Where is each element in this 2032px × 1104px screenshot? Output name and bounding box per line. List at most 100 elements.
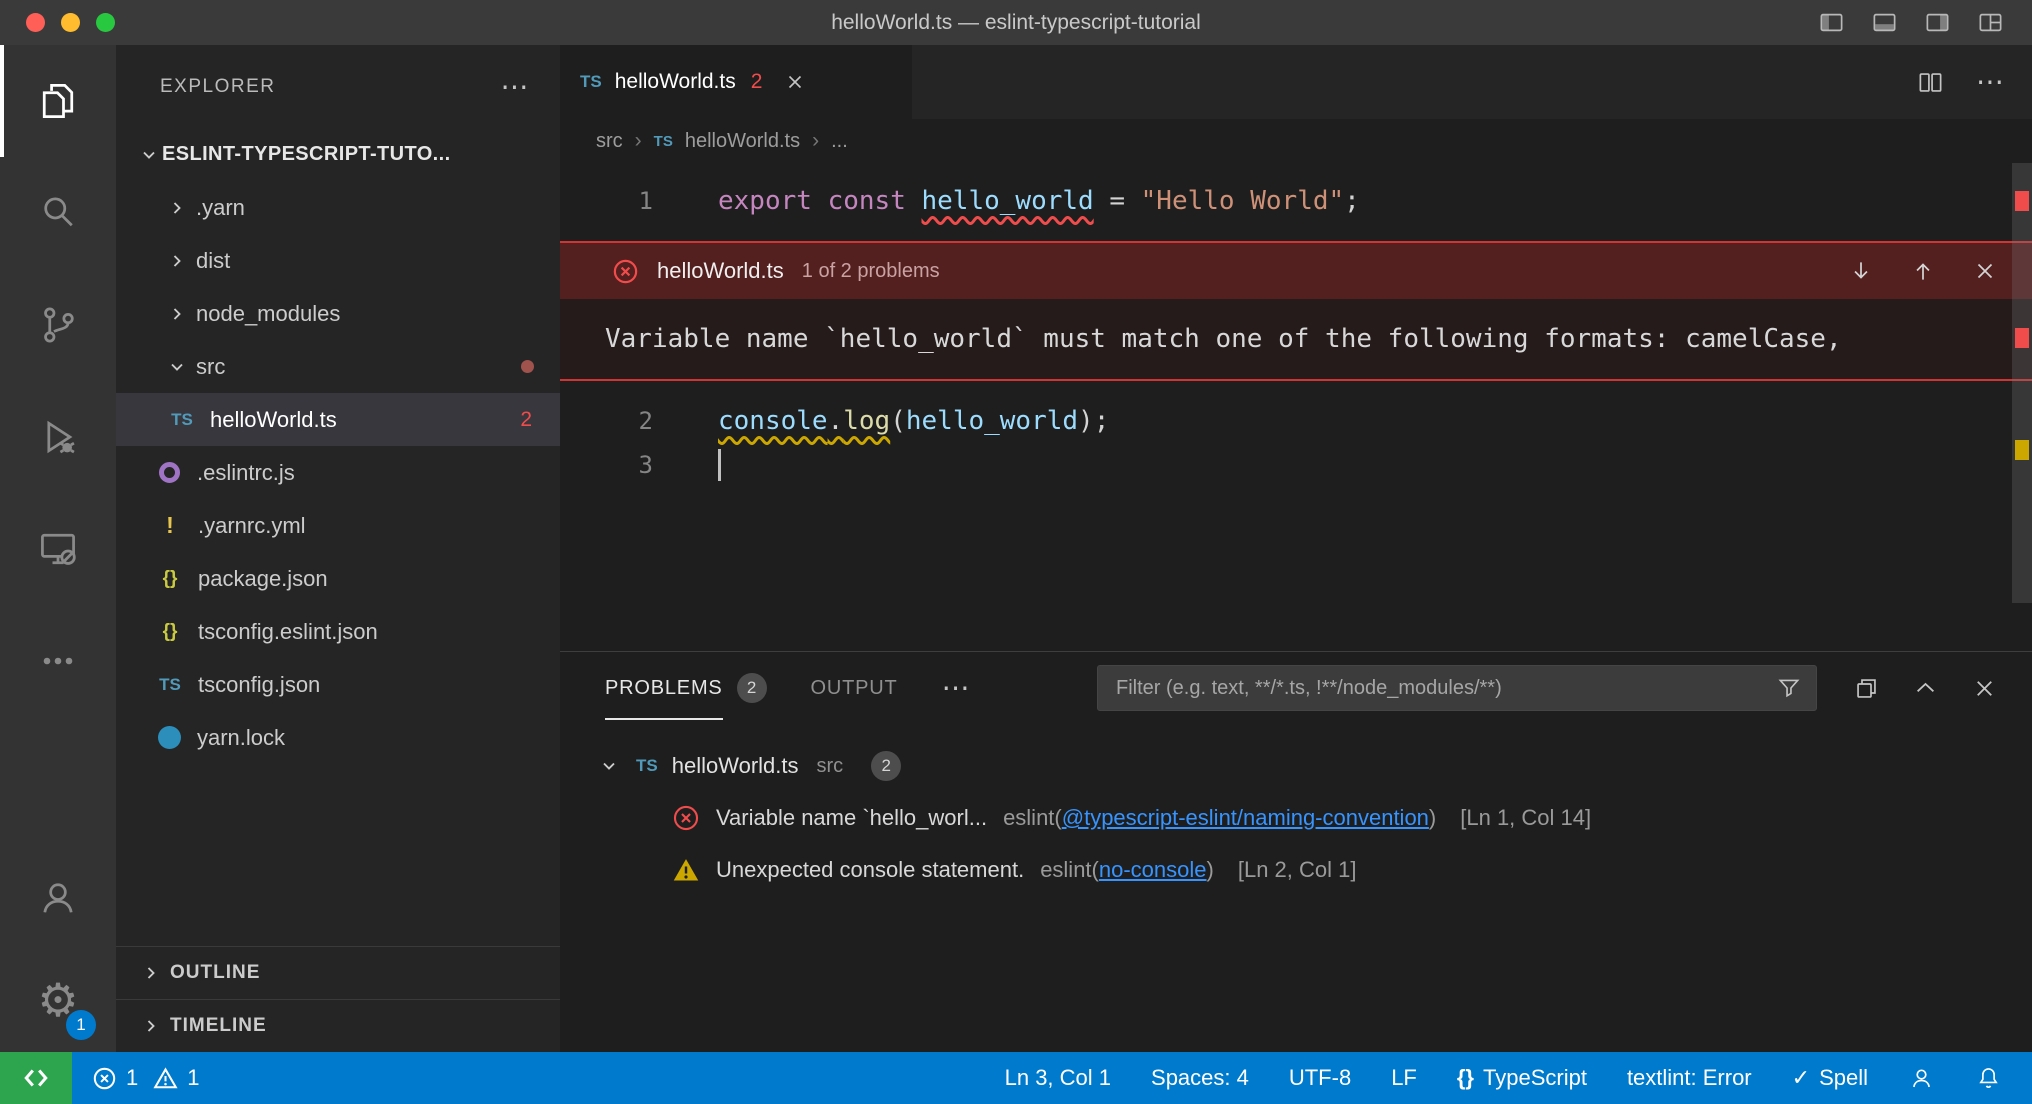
tab-problems[interactable]: PROBLEMS 2: [605, 652, 767, 724]
editor-scrollbar[interactable]: [2012, 163, 2032, 651]
error-circle-icon: [612, 258, 639, 285]
sidebar-item-tsconfig-eslint-json[interactable]: {} tsconfig.eslint.json: [116, 605, 560, 658]
eol-item[interactable]: LF: [1391, 1065, 1417, 1091]
tab-helloworld-ts[interactable]: TS helloWorld.ts 2: [560, 45, 912, 119]
group-by-icon[interactable]: [1853, 675, 1880, 702]
language-mode-item[interactable]: {} TypeScript: [1457, 1065, 1587, 1091]
sidebar-item-project-root[interactable]: ESLINT-TYPESCRIPT-TUTO...: [116, 128, 560, 181]
encoding-item[interactable]: UTF-8: [1289, 1065, 1351, 1091]
code-line-1[interactable]: 1 export const hello_world = "Hello Worl…: [560, 179, 2032, 223]
chevron-separator-icon: ›: [635, 129, 642, 153]
textlint-status-item[interactable]: textlint: Error: [1627, 1065, 1752, 1091]
problems-status-item[interactable]: 1 1: [92, 1065, 200, 1091]
filter-funnel-icon[interactable]: [1776, 675, 1802, 701]
token-punctuation: ;: [1094, 406, 1110, 436]
cursor-position-item[interactable]: Ln 3, Col 1: [1005, 1065, 1111, 1091]
sidebar-item-helloworld-ts[interactable]: TS helloWorld.ts 2: [116, 393, 560, 446]
code-editor[interactable]: 1 export const hello_world = "Hello Worl…: [560, 163, 2032, 651]
close-window-button[interactable]: [26, 13, 45, 32]
activitybar-source-control[interactable]: [0, 269, 116, 381]
indentation-item[interactable]: Spaces: 4: [1151, 1065, 1249, 1091]
problems-file-name: helloWorld.ts: [672, 753, 799, 779]
sidebar-item-yarn-lock[interactable]: yarn.lock: [116, 711, 560, 764]
toggle-primary-sidebar-icon[interactable]: [1818, 9, 1845, 36]
warning-triangle-icon: [153, 1066, 178, 1091]
breadcrumb-folder[interactable]: src: [596, 130, 623, 153]
notifications-bell-icon[interactable]: [1975, 1065, 2002, 1092]
panel-more-tabs-icon[interactable]: ⋯: [942, 674, 970, 702]
activitybar-more[interactable]: [0, 605, 116, 717]
chevron-right-icon: [164, 195, 190, 221]
customize-layout-icon[interactable]: [1977, 9, 2004, 36]
timeline-section-label: TIMELINE: [170, 1015, 267, 1037]
close-tab-icon[interactable]: [783, 70, 807, 94]
breadcrumb-symbol[interactable]: ...: [831, 130, 848, 153]
activitybar-run-debug[interactable]: [0, 381, 116, 493]
folder-label: node_modules: [196, 301, 340, 327]
activitybar-search[interactable]: [0, 157, 116, 269]
problems-file-group[interactable]: TS helloWorld.ts src 2: [560, 740, 2032, 792]
line-number[interactable]: 1: [560, 187, 653, 215]
sidebar-item-tsconfig-json[interactable]: TS tsconfig.json: [116, 658, 560, 711]
tab-output[interactable]: OUTPUT: [811, 652, 898, 724]
activitybar-accounts[interactable]: [0, 848, 116, 948]
more-actions-icon[interactable]: ⋯: [1976, 68, 2004, 96]
next-problem-icon[interactable]: [1848, 258, 1874, 284]
timeline-section-header[interactable]: TIMELINE: [116, 999, 560, 1052]
panel-actions: [1853, 675, 1998, 702]
toggle-secondary-sidebar-icon[interactable]: [1924, 9, 1951, 36]
tsconfig-file-icon: TS: [156, 675, 184, 695]
file-label: tsconfig.eslint.json: [198, 619, 378, 645]
rule-link[interactable]: @typescript-eslint/naming-convention: [1062, 805, 1429, 830]
problem-location: [Ln 2, Col 1]: [1238, 857, 1357, 883]
sidebar-item-node-modules[interactable]: node_modules: [116, 287, 560, 340]
titlebar: helloWorld.ts — eslint-typescript-tutori…: [0, 0, 2032, 45]
warning-count: 1: [187, 1065, 199, 1091]
outline-section-header[interactable]: OUTLINE: [116, 946, 560, 999]
breadcrumb-file[interactable]: helloWorld.ts: [685, 130, 800, 153]
settings-badge: 1: [66, 1010, 96, 1040]
typescript-file-icon: TS: [580, 72, 602, 92]
line-number[interactable]: 2: [560, 407, 653, 435]
peek-header: helloWorld.ts 1 of 2 problems: [560, 243, 2032, 299]
split-editor-icon[interactable]: [1917, 69, 1944, 96]
activitybar-remote-explorer[interactable]: [0, 493, 116, 605]
token-variable: hello_world: [906, 406, 1078, 436]
activitybar-explorer[interactable]: [0, 45, 116, 157]
chevron-right-icon: [164, 301, 190, 327]
token-string: "Hello World": [1141, 186, 1345, 216]
peek-message[interactable]: Variable name `hello_world` must match o…: [560, 299, 2032, 379]
sidebar-more-actions-icon[interactable]: ⋯: [501, 73, 531, 101]
rule-link[interactable]: no-console: [1099, 857, 1207, 882]
sidebar-item-yarnrc[interactable]: ! .yarnrc.yml: [116, 499, 560, 552]
sidebar-item-eslintrc[interactable]: .eslintrc.js: [116, 446, 560, 499]
activitybar-settings[interactable]: ⚙ 1: [0, 948, 116, 1052]
scrollbar-thumb[interactable]: [2012, 163, 2032, 603]
spell-checker-item[interactable]: ✓ Spell: [1792, 1065, 1868, 1091]
code-line-3[interactable]: 3: [560, 443, 2032, 487]
minimize-window-button[interactable]: [61, 13, 80, 32]
close-peek-icon[interactable]: [1972, 258, 1998, 284]
remote-indicator[interactable]: [0, 1052, 72, 1104]
problem-row-warning[interactable]: Unexpected console statement. eslint(no-…: [560, 844, 2032, 896]
close-panel-icon[interactable]: [1971, 675, 1998, 702]
sidebar-item-src[interactable]: src: [116, 340, 560, 393]
zoom-window-button[interactable]: [96, 13, 115, 32]
token-keyword: export: [718, 186, 828, 216]
feedback-person-icon[interactable]: [1908, 1065, 1935, 1092]
previous-problem-icon[interactable]: [1910, 258, 1936, 284]
problems-filter: [1097, 665, 1817, 711]
code-line-2[interactable]: 2 console.log(hello_world);: [560, 399, 2032, 443]
problem-row-error[interactable]: Variable name `hello_worl... eslint(@typ…: [560, 792, 2032, 844]
sidebar-item-package-json[interactable]: {} package.json: [116, 552, 560, 605]
problems-filter-input[interactable]: [1116, 677, 1776, 700]
activitybar-spacer: [0, 717, 116, 848]
line-number[interactable]: 3: [560, 451, 653, 479]
sidebar-bottom-sections: OUTLINE TIMELINE: [116, 946, 560, 1052]
sidebar-item-yarn[interactable]: .yarn: [116, 181, 560, 234]
sidebar-item-dist[interactable]: dist: [116, 234, 560, 287]
modified-dot-badge: [521, 360, 534, 373]
maximize-panel-icon[interactable]: [1912, 675, 1939, 702]
toggle-panel-icon[interactable]: [1871, 9, 1898, 36]
code-text: export const hello_world = "Hello World"…: [718, 186, 1360, 216]
